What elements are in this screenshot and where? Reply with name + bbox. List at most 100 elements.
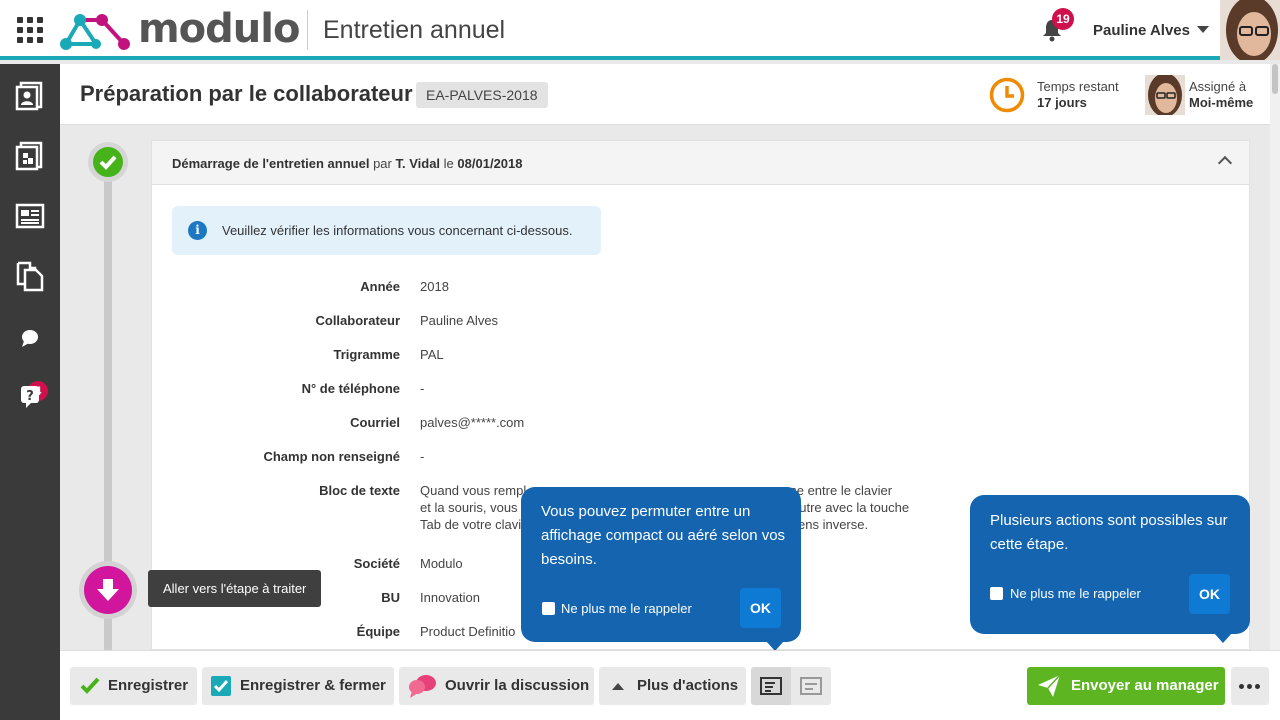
documents-icon[interactable] xyxy=(14,260,46,292)
info-icon: i xyxy=(188,221,207,240)
compact-view-icon xyxy=(760,677,782,695)
view-hint-checkbox-label[interactable]: Ne plus me le rappeler xyxy=(561,601,692,616)
page-title: Préparation par le collaborateur xyxy=(80,81,413,106)
top-bar: modulo Entretien annuel 19 Pauline Alves xyxy=(0,0,1280,60)
contact-card-icon[interactable] xyxy=(14,80,46,112)
arrow-down-icon xyxy=(97,579,119,601)
step-header-text: Démarrage de l'entretien annuel par T. V… xyxy=(172,156,523,171)
field-value: 2018 xyxy=(420,279,449,294)
spacious-view-button[interactable] xyxy=(791,667,831,705)
view-hint-ok-button[interactable]: OK xyxy=(740,588,781,628)
compact-view-button[interactable] xyxy=(751,667,791,705)
info-message: i Veuillez vérifier les informations vou… xyxy=(172,206,601,255)
reference-tag: EA-PALVES-2018 xyxy=(416,82,548,108)
paper-plane-icon xyxy=(1038,674,1061,697)
text-block-line: ens inverse. xyxy=(798,517,869,532)
newspaper-icon[interactable] xyxy=(14,200,46,232)
text-block-line: Tab de votre clavi xyxy=(420,517,522,532)
chevron-up-icon[interactable] xyxy=(1217,155,1233,171)
goto-step-tooltip: Aller vers l'étape à traiter xyxy=(148,570,322,607)
action-bar: Enregistrer Enregistrer & fermer Ouvrir … xyxy=(60,650,1280,720)
caret-up-icon xyxy=(612,683,624,690)
info-text: Veuillez vérifier les informations vous … xyxy=(222,223,573,238)
field-label: Société xyxy=(353,556,400,571)
view-hint-popover: Vous pouvez permuter entre un affichage … xyxy=(521,487,801,651)
text-block-line: et la souris, vous xyxy=(420,500,518,515)
field-value: Pauline Alves xyxy=(420,313,499,328)
popover-arrow xyxy=(1214,633,1232,643)
field-label: Courriel xyxy=(350,415,400,430)
assigned-to-value: Moi-même xyxy=(1189,95,1254,110)
checkbox-checked-icon xyxy=(211,676,231,696)
modulo-logo-icon[interactable] xyxy=(58,8,138,52)
apps-grid-icon[interactable] xyxy=(17,17,43,43)
view-hint-text: Vous pouvez permuter entre un affichage … xyxy=(541,503,786,568)
view-hint-checkbox[interactable] xyxy=(542,602,555,615)
actions-hint-text: Plusieurs actions sont possibles sur cet… xyxy=(990,512,1228,553)
text-block-line: Quand vous rempl xyxy=(420,483,527,498)
open-discussion-label: Ouvrir la discussion xyxy=(445,677,590,694)
step-title: Démarrage de l'entretien annuel xyxy=(172,156,370,171)
organization-icon[interactable] xyxy=(14,140,46,172)
send-to-manager-label: Envoyer au manager xyxy=(1071,677,1219,694)
help-icon[interactable]: ? xyxy=(14,380,46,412)
actions-hint-popover: Plusieurs actions sont possibles sur cet… xyxy=(970,495,1250,643)
discussion-icon xyxy=(409,675,436,698)
svg-text:?: ? xyxy=(26,389,34,404)
step-card-header[interactable]: Démarrage de l'entretien annuel par T. V… xyxy=(152,141,1249,185)
scrollbar-thumb[interactable] xyxy=(1272,64,1278,94)
send-to-manager-button[interactable]: Envoyer au manager xyxy=(1027,667,1225,705)
field-value: Innovation xyxy=(420,590,480,605)
step-author: T. Vidal xyxy=(395,156,441,171)
step-date: 08/01/2018 xyxy=(457,156,523,171)
spacious-view-icon xyxy=(800,677,822,695)
field-value: palves@*****.com xyxy=(420,415,525,430)
assignee-avatar xyxy=(1145,75,1185,115)
more-actions-button[interactable]: Plus d'actions xyxy=(599,667,746,705)
field-label: Bloc de texte xyxy=(319,483,400,498)
view-mode-toggle xyxy=(751,667,831,705)
field-value: - xyxy=(420,381,425,396)
field-value: Product Definitio xyxy=(420,624,516,639)
time-remaining-value: 17 jours xyxy=(1037,95,1087,110)
field-label: Équipe xyxy=(356,624,400,639)
text-block-line: autre avec la touche xyxy=(792,500,910,515)
clock-icon xyxy=(989,77,1025,113)
save-button[interactable]: Enregistrer xyxy=(70,667,197,705)
logo-divider xyxy=(307,10,308,50)
overflow-menu-button[interactable] xyxy=(1231,667,1269,705)
field-label: Trigramme xyxy=(333,347,400,362)
field-value: Modulo xyxy=(420,556,463,571)
user-menu-name[interactable]: Pauline Alves xyxy=(1093,22,1190,39)
sidebar: 4 ? xyxy=(0,64,60,720)
check-icon xyxy=(80,677,100,694)
notification-badge: 19 xyxy=(1052,8,1074,30)
app-title: Entretien annuel xyxy=(323,16,506,44)
step-complete-marker[interactable] xyxy=(88,142,128,182)
chevron-down-icon[interactable] xyxy=(1197,26,1209,33)
step-on: le xyxy=(443,156,454,171)
field-label: N° de téléphone xyxy=(301,381,400,396)
save-close-label: Enregistrer & fermer xyxy=(240,677,386,694)
save-close-button[interactable]: Enregistrer & fermer xyxy=(202,667,394,705)
field-value: - xyxy=(420,449,425,464)
page-scrollbar[interactable] xyxy=(1270,64,1280,650)
open-discussion-button[interactable]: Ouvrir la discussion xyxy=(399,667,594,705)
actions-hint-ok-button[interactable]: OK xyxy=(1189,574,1230,614)
field-label: Collaborateur xyxy=(315,313,400,328)
more-actions-label: Plus d'actions xyxy=(637,677,739,694)
actions-hint-checkbox-label[interactable]: Ne plus me le rappeler xyxy=(1010,586,1141,601)
field-label: Champ non renseigné xyxy=(263,449,400,464)
logo-wordmark: modulo xyxy=(138,6,300,52)
user-avatar[interactable] xyxy=(1220,0,1280,60)
actions-hint-checkbox[interactable] xyxy=(990,587,1003,600)
save-label: Enregistrer xyxy=(108,677,189,694)
goto-step-button[interactable] xyxy=(79,561,137,619)
time-remaining-label: Temps restant xyxy=(1037,79,1119,94)
field-label: Année xyxy=(360,279,400,294)
page-header: Préparation par le collaborateur EA-PALV… xyxy=(60,64,1270,125)
checkmark-icon xyxy=(99,155,117,170)
chat-icon[interactable] xyxy=(14,322,46,354)
step-by: par xyxy=(373,156,392,171)
field-value: PAL xyxy=(420,347,444,362)
